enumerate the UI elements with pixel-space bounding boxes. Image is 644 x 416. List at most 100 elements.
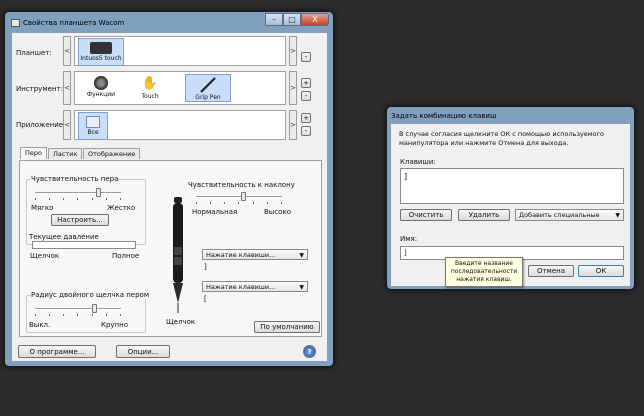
- tool-label: Инструмент:: [16, 85, 63, 93]
- dialog-instructions: В случае согласия щелкните ОК с помощью …: [399, 130, 605, 147]
- tool-scroll-right[interactable]: >: [289, 71, 297, 105]
- window-title: Свойства планшета Wacom: [23, 19, 125, 27]
- tablet-scroll-left[interactable]: <: [63, 36, 71, 66]
- app-scroll-left[interactable]: <: [63, 110, 71, 140]
- delete-button[interactable]: Удалить: [458, 209, 510, 221]
- lower-button-keys: [: [204, 295, 207, 303]
- dialog-title: Задать комбинацию клавиш: [391, 112, 497, 120]
- title-bar[interactable]: Свойства планшета Wacom – □ X: [5, 12, 333, 34]
- express-keys-icon: [94, 76, 108, 90]
- normal-label: Нормальная: [192, 208, 238, 216]
- maximize-button[interactable]: □: [283, 13, 301, 26]
- tablet-item[interactable]: Intuos5 touch: [78, 38, 124, 66]
- off-label: Выкл.: [29, 321, 51, 329]
- lower-button-dropdown[interactable]: Нажатие клавиши... ▼: [202, 281, 308, 292]
- name-label: Имя:: [400, 235, 418, 243]
- tool-strip: Функции ✋ Touch Grip Pen: [74, 71, 286, 105]
- current-pressure-label: Текущее давление: [29, 233, 99, 241]
- tablet-label: Планшет:: [16, 49, 52, 57]
- pressure-bar: [32, 241, 136, 249]
- tool-item-functions[interactable]: Функции: [78, 74, 124, 102]
- chevron-down-icon: ▼: [299, 252, 304, 259]
- chevron-down-icon: ▼: [299, 284, 304, 291]
- add-special-dropdown[interactable]: Добавить специальные ▼: [515, 209, 624, 221]
- keys-label: Клавиши:: [400, 158, 436, 166]
- firm-label: Жестко: [107, 204, 136, 212]
- app-add-button[interactable]: +: [301, 113, 311, 123]
- tilt-track: [196, 196, 282, 198]
- pen-sensitivity-track: [35, 192, 121, 194]
- upper-button-dropdown[interactable]: Нажатие клавиши... ▼: [202, 249, 308, 260]
- keys-field[interactable]: ]: [400, 168, 624, 204]
- tilt-label: Чувствительность к наклону: [188, 181, 295, 189]
- defaults-button[interactable]: По умолчанию: [254, 321, 320, 333]
- tool-item-label: Grip Pen: [195, 94, 221, 101]
- app-scroll-right[interactable]: >: [289, 110, 297, 140]
- app-item-all[interactable]: Все: [78, 112, 108, 140]
- tool-item-label: Touch: [141, 93, 159, 100]
- grip-pen-illustration: [173, 197, 183, 313]
- full-label: Полное: [112, 252, 140, 260]
- app-icon: [11, 19, 20, 27]
- tab-pen[interactable]: Перо: [20, 147, 47, 159]
- app-label: Приложение:: [16, 121, 66, 129]
- app-strip: Все: [74, 110, 286, 140]
- tilt-slider[interactable]: [240, 192, 246, 201]
- tool-add-button[interactable]: +: [301, 78, 311, 88]
- pen-sensitivity-label: Чувствительность пера: [31, 175, 119, 183]
- caption-buttons: – □ X: [265, 13, 329, 26]
- app-item-label: Все: [87, 129, 99, 136]
- double-click-group: Радиус двойного щелчка пером Выкл. Крупн…: [26, 291, 150, 333]
- tool-item-touch[interactable]: ✋ Touch: [127, 74, 173, 102]
- tablet-remove-button[interactable]: -: [301, 52, 311, 62]
- ok-button[interactable]: ОК: [578, 265, 624, 277]
- about-button[interactable]: О программе...: [18, 345, 96, 358]
- tab-panel: Чувствительность пера Мягко Жестко Настр…: [19, 160, 322, 337]
- dialog-title-bar[interactable]: Задать комбинацию клавиш: [387, 107, 634, 123]
- wacom-properties-window: Свойства планшета Wacom – □ X Планшет: <…: [4, 11, 334, 367]
- tool-item-label: Функции: [86, 91, 116, 98]
- tab-mapping[interactable]: Отображение: [83, 148, 141, 159]
- click-label: Щелчок: [30, 252, 60, 260]
- soft-label: Мягко: [31, 204, 54, 212]
- tablet-scroll-right[interactable]: >: [289, 36, 297, 66]
- cancel-button[interactable]: Отмена: [528, 265, 574, 277]
- tool-remove-button[interactable]: -: [301, 91, 311, 101]
- tooltip: Введите название последовательности нажа…: [445, 257, 523, 287]
- high-label: Высоко: [264, 208, 291, 216]
- dialog-client: В случае согласия щелкните ОК с помощью …: [390, 123, 631, 287]
- keys-field-value: ]: [404, 172, 408, 181]
- name-input-value: ]: [404, 249, 407, 257]
- tablet-device-icon: [90, 42, 112, 54]
- all-apps-icon: [86, 116, 100, 128]
- tilt-ticks: [196, 202, 282, 205]
- pen-sensitivity-group: Чувствительность пера Мягко Жестко Настр…: [26, 175, 146, 245]
- double-click-ticks: [35, 314, 121, 317]
- close-button[interactable]: X: [301, 13, 329, 26]
- tool-scroll-left[interactable]: <: [63, 71, 71, 105]
- double-click-label: Радиус двойного щелчка пером: [31, 291, 150, 299]
- keystroke-dialog: Задать комбинацию клавиш В случае соглас…: [386, 106, 635, 290]
- double-click-slider[interactable]: [91, 304, 97, 313]
- upper-button-value: Нажатие клавиши...: [206, 250, 276, 259]
- clear-button[interactable]: Очистить: [400, 209, 452, 221]
- tool-item-grip-pen[interactable]: Grip Pen: [185, 74, 231, 102]
- client-area: Планшет: < Intuos5 touch > - Инструмент:…: [11, 32, 328, 362]
- tablet-strip: Intuos5 touch: [74, 36, 286, 66]
- help-button[interactable]: ?: [303, 345, 316, 358]
- hand-icon: ✋: [141, 76, 159, 91]
- double-click-track: [35, 308, 121, 310]
- large-label: Крупно: [101, 321, 128, 329]
- pen-sensitivity-ticks: [35, 198, 121, 201]
- chevron-down-icon: ▼: [615, 212, 620, 219]
- app-remove-button[interactable]: -: [301, 126, 311, 136]
- customize-button[interactable]: Настроить...: [51, 214, 109, 226]
- pen-icon: [198, 77, 218, 93]
- pen-sensitivity-slider[interactable]: [95, 188, 101, 197]
- lower-button-value: Нажатие клавиши...: [206, 282, 276, 291]
- pen-click-label: Щелчок: [166, 318, 196, 326]
- minimize-button[interactable]: –: [265, 13, 283, 26]
- options-button[interactable]: Опции...: [116, 345, 170, 358]
- tablet-item-label: Intuos5 touch: [80, 55, 122, 62]
- tab-eraser[interactable]: Ластик: [48, 148, 83, 159]
